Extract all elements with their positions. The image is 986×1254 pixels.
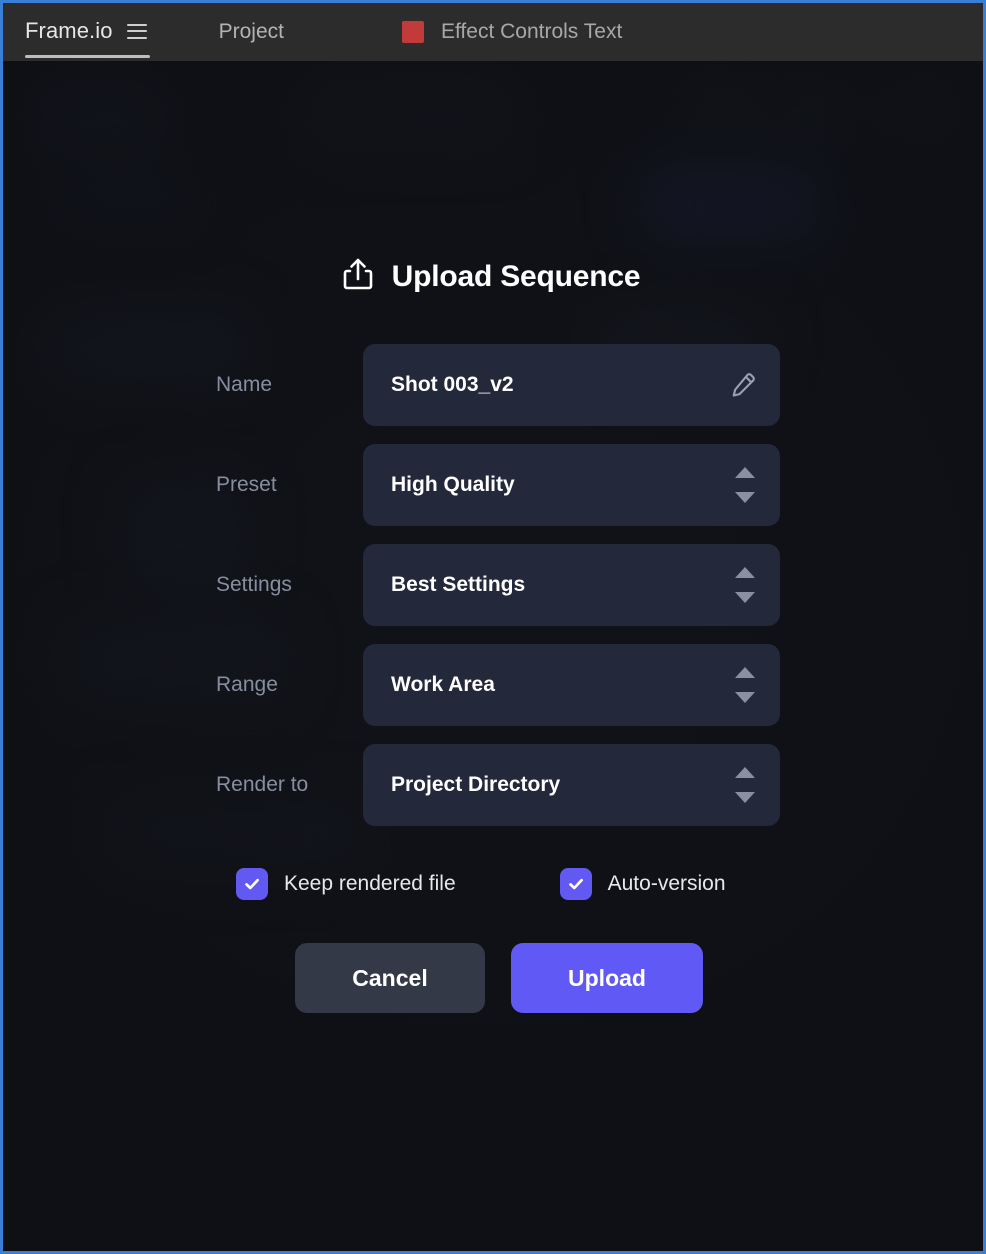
hamburger-icon[interactable] — [126, 23, 147, 39]
settings-select[interactable]: Best Settings — [363, 544, 780, 626]
stepper-icon[interactable] — [734, 567, 756, 603]
cancel-button[interactable]: Cancel — [295, 943, 485, 1013]
stepper-icon[interactable] — [734, 667, 756, 703]
stepper-icon[interactable] — [734, 767, 756, 803]
chevron-up-icon[interactable] — [735, 767, 755, 778]
dialog-title: Upload Sequence — [342, 257, 641, 296]
chevron-up-icon[interactable] — [735, 467, 755, 478]
checkbox-checked-icon[interactable] — [559, 868, 592, 900]
top-bar: Frame.io Project Effect Controls Text — [3, 3, 983, 61]
upload-button[interactable]: Upload — [511, 943, 703, 1013]
checkbox-checked-icon[interactable] — [236, 868, 268, 900]
chevron-down-icon[interactable] — [735, 592, 755, 603]
upload-sequence-dialog: Upload Sequence Name Shot 003_v2 Preset … — [3, 61, 983, 1251]
chevron-up-icon[interactable] — [735, 567, 755, 578]
preset-value: High Quality — [391, 473, 515, 496]
chevron-down-icon[interactable] — [735, 492, 755, 503]
field-label-range: Range — [216, 673, 278, 696]
render-to-select[interactable]: Project Directory — [363, 744, 780, 826]
checkbox-auto-version[interactable]: Auto-version — [559, 868, 726, 900]
field-row-render-to: Render to Project Directory — [206, 744, 780, 826]
upload-icon — [342, 257, 374, 296]
app-window: Frame.io Project Effect Controls Text Up… — [0, 0, 986, 1254]
tab-effect-controls[interactable]: Effect Controls Text — [401, 20, 623, 44]
field-row-settings: Settings Best Settings — [206, 544, 780, 626]
checkbox-keep-rendered-file[interactable]: Keep rendered file — [236, 868, 456, 900]
checkbox-label: Keep rendered file — [284, 872, 456, 895]
pencil-icon[interactable] — [728, 370, 758, 400]
effect-controls-label: Effect Controls Text — [440, 20, 623, 43]
field-row-range: Range Work Area — [206, 644, 780, 726]
render-to-value: Project Directory — [391, 773, 561, 796]
field-label-render-to: Render to — [216, 773, 309, 796]
upload-form: Name Shot 003_v2 Preset High Quality Set… — [206, 344, 780, 826]
field-label-settings: Settings — [216, 573, 292, 596]
name-input[interactable]: Shot 003_v2 — [363, 344, 780, 426]
checkbox-label: Auto-version — [607, 872, 726, 895]
range-select[interactable]: Work Area — [363, 644, 780, 726]
dialog-title-text: Upload Sequence — [391, 259, 641, 293]
field-label-name: Name — [216, 373, 273, 396]
checkbox-group: Keep rendered file Auto-version — [206, 868, 780, 900]
settings-value: Best Settings — [391, 573, 526, 596]
chevron-down-icon[interactable] — [735, 792, 755, 803]
chevron-down-icon[interactable] — [735, 692, 755, 703]
brand-tab[interactable]: Frame.io — [25, 18, 150, 58]
dialog-actions: Cancel Upload — [283, 943, 703, 1013]
active-tab-underline — [25, 55, 150, 58]
preset-select[interactable]: High Quality — [363, 444, 780, 526]
tab-project[interactable]: Project — [219, 20, 284, 44]
stepper-icon[interactable] — [734, 467, 756, 503]
chevron-up-icon[interactable] — [735, 667, 755, 678]
brand-label: Frame.io — [25, 18, 113, 43]
field-row-name: Name Shot 003_v2 — [206, 344, 780, 426]
field-row-preset: Preset High Quality — [206, 444, 780, 526]
name-value: Shot 003_v2 — [391, 373, 514, 396]
color-swatch-icon — [401, 21, 424, 43]
range-value: Work Area — [391, 673, 495, 696]
field-label-preset: Preset — [216, 473, 277, 496]
